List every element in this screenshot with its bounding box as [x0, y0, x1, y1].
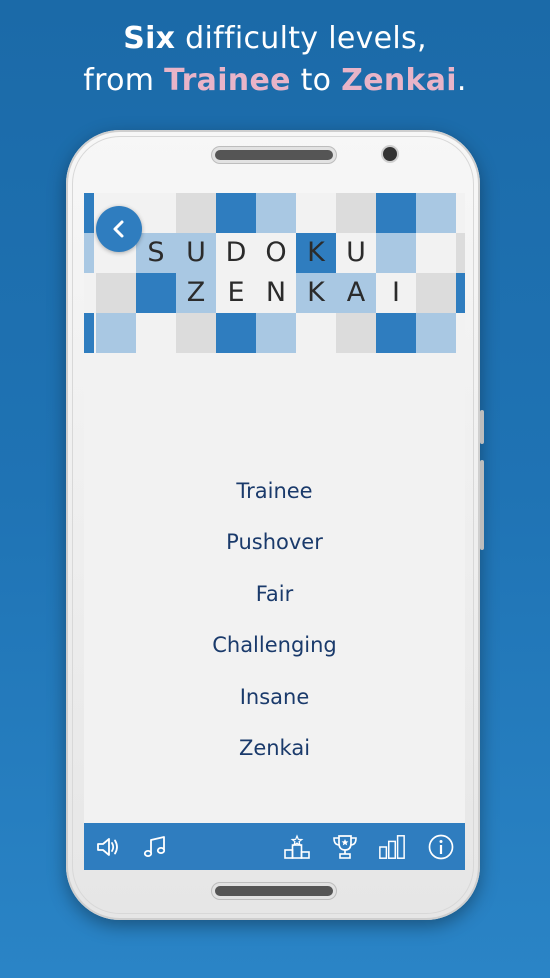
level-item-pushover[interactable]: Pushover: [84, 524, 465, 575]
grid-cell: [416, 273, 456, 313]
grid-cell: [456, 273, 465, 313]
level-item-insane[interactable]: Insane: [84, 679, 465, 730]
title-letter: I: [392, 277, 400, 308]
grid-cell: [176, 193, 216, 233]
grid-cell: [416, 193, 456, 233]
promo-headline: Six difficulty levels, from Trainee to Z…: [0, 18, 550, 102]
level-item-challenging[interactable]: Challenging: [84, 627, 465, 678]
grid-cell: [96, 313, 136, 353]
bottom-toolbar: [84, 823, 465, 870]
title-letter: U: [186, 237, 206, 268]
title-grid-header: S U D O K U Z E N K A I: [84, 193, 465, 353]
trophy-icon: [333, 835, 357, 859]
phone-camera: [383, 147, 397, 161]
headline-line-1-rest: difficulty levels,: [175, 21, 427, 56]
grid-cell: [216, 193, 256, 233]
speaker-icon: [97, 838, 118, 856]
headline-line-2-prefix: from: [83, 63, 165, 98]
grid-cell: [456, 233, 465, 273]
title-letter: K: [307, 277, 325, 308]
statistics-button[interactable]: [378, 833, 406, 861]
music-note-icon: [143, 836, 166, 857]
grid-cell: [336, 313, 376, 353]
title-letter: O: [265, 237, 287, 268]
phone-top-speaker: [215, 150, 333, 160]
grid-cell: [136, 273, 176, 313]
headline-line-2-suffix: .: [456, 63, 467, 98]
level-item-zenkai[interactable]: Zenkai: [84, 730, 465, 781]
title-letter: E: [227, 277, 245, 308]
grid-cell: [336, 193, 376, 233]
info-icon: [428, 834, 454, 860]
grid-cell: [84, 193, 94, 233]
difficulty-level-list: Trainee Pushover Fair Challenging Insane…: [84, 473, 465, 781]
headline-level-zenkai: Zenkai: [341, 63, 457, 98]
leaderboard-button[interactable]: [283, 833, 311, 861]
grid-cell: [96, 273, 136, 313]
music-toggle-button[interactable]: [141, 833, 169, 861]
phone-bottom-speaker: [215, 886, 333, 896]
achievements-button[interactable]: [331, 833, 359, 861]
app-screen: S U D O K U Z E N K A I Trainee Pushover…: [84, 193, 465, 870]
grid-cell: [176, 313, 216, 353]
title-letter: A: [346, 277, 366, 308]
phone-volume-button: [480, 410, 484, 444]
info-button[interactable]: [427, 833, 455, 861]
title-letter: U: [346, 237, 366, 268]
headline-level-trainee: Trainee: [164, 63, 291, 98]
title-letter: D: [225, 237, 247, 268]
title-letter: Z: [186, 277, 206, 308]
grid-cell: [416, 313, 456, 353]
sound-toggle-button[interactable]: [94, 833, 122, 861]
headline-bold-word: Six: [123, 21, 176, 56]
level-item-trainee[interactable]: Trainee: [84, 473, 465, 524]
headline-line-1: Six difficulty levels,: [0, 18, 550, 60]
grid-cell: [376, 313, 416, 353]
title-letter: N: [265, 277, 287, 308]
headline-line-2: from Trainee to Zenkai.: [0, 60, 550, 102]
grid-cell: [256, 313, 296, 353]
chevron-left-icon: [113, 220, 124, 238]
podium-icon: [284, 834, 310, 859]
title-letter: K: [307, 237, 325, 268]
back-button[interactable]: [96, 206, 142, 252]
grid-cell: [376, 193, 416, 233]
grid-cell: [376, 233, 416, 273]
level-item-fair[interactable]: Fair: [84, 576, 465, 627]
grid-cell: [84, 313, 94, 353]
phone-power-button: [480, 460, 484, 550]
bar-chart-icon: [379, 835, 405, 859]
title-letter: S: [147, 237, 165, 268]
grid-cell: [216, 313, 256, 353]
headline-line-2-mid: to: [290, 63, 342, 98]
grid-cell: [256, 193, 296, 233]
grid-cell: [84, 233, 94, 273]
